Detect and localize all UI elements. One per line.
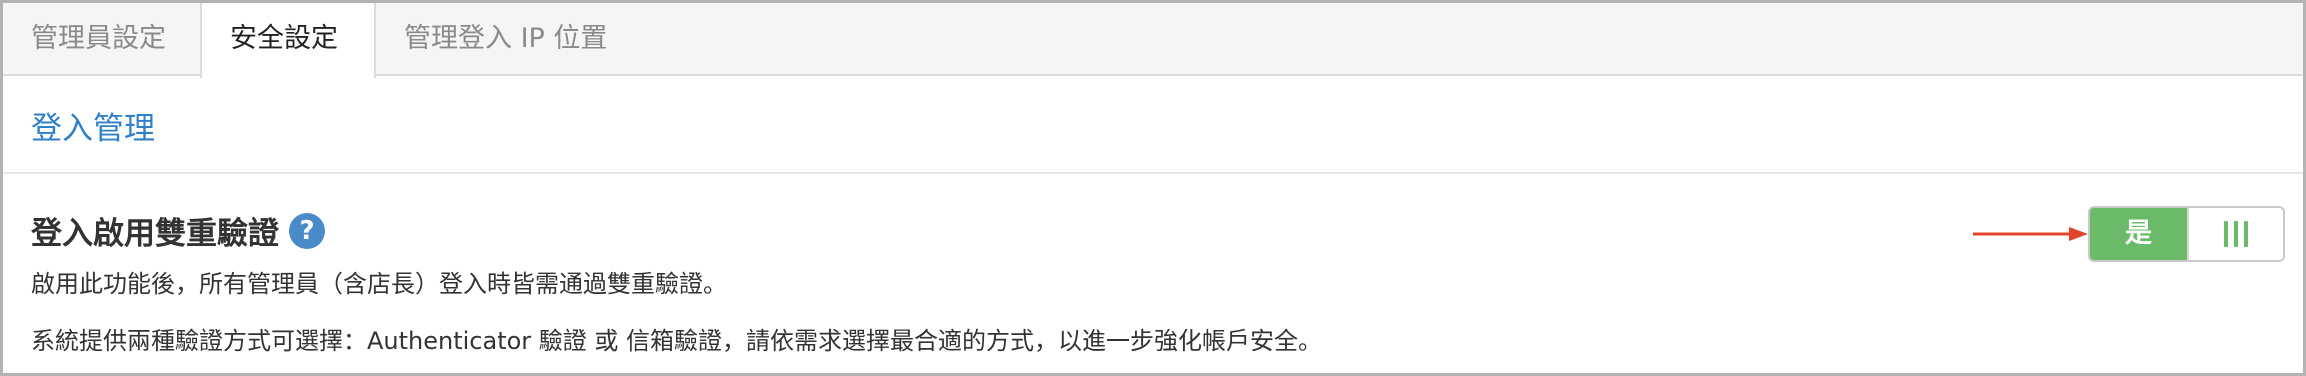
red-arrow-annotation-icon [1973, 227, 2088, 241]
question-circle-icon[interactable]: ? [289, 212, 325, 249]
tab-admin-login-ip[interactable]: 管理登入 IP 位置 [376, 3, 676, 76]
toggle-on-label: 是 [2090, 208, 2187, 260]
settings-panel: 管理員設定 安全設定 管理登入 IP 位置 登入管理 登入啟用雙重驗證 ? 啟用… [0, 0, 2306, 376]
tab-admin-settings[interactable]: 管理員設定 [3, 3, 200, 76]
section-title-login-management: 登入管理 [31, 111, 155, 147]
section-divider [3, 172, 2303, 174]
setting-description-2: 系統提供兩種驗證方式可選擇：Authenticator 驗證 或 信箱驗證，請依… [31, 327, 1323, 355]
setting-row-2fa: 登入啟用雙重驗證 ? [31, 208, 325, 253]
2fa-toggle-switch[interactable]: 是 [2088, 206, 2285, 262]
tab-security-settings[interactable]: 安全設定 [200, 3, 376, 78]
tab-bar: 管理員設定 安全設定 管理登入 IP 位置 [3, 3, 2303, 78]
setting-title: 登入啟用雙重驗證 [31, 216, 279, 252]
setting-description-1: 啟用此功能後，所有管理員（含店長）登入時皆需通過雙重驗證。 [31, 270, 727, 298]
grip-icon[interactable] [2187, 208, 2283, 260]
grip-bar [2224, 221, 2228, 247]
grip-bar [2244, 221, 2248, 247]
grip-bar [2234, 221, 2238, 247]
